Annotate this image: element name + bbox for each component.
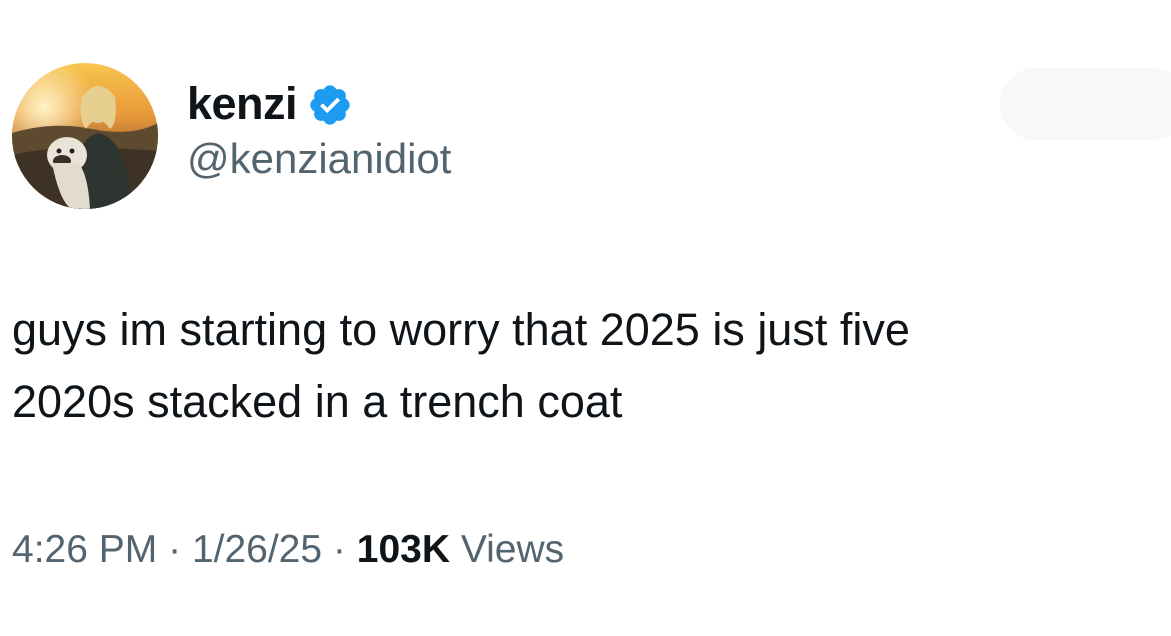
author-info: kenzi @kenzianidiot [187,76,451,184]
views-label: Views [460,528,565,571]
meta-separator: · [168,528,182,571]
timestamp-date[interactable]: 1/26/25 [192,528,322,571]
verified-badge-icon [307,82,353,128]
tweet-text: guys im starting to worry that 2025 is j… [12,294,1162,438]
avatar-photo [12,63,158,209]
tweet-text-line: 2020s stacked in a trench coat [12,376,623,427]
follow-button[interactable] [1000,68,1171,140]
timestamp-time[interactable]: 4:26 PM [12,528,157,571]
avatar[interactable] [12,63,158,209]
views-count[interactable]: 103K [357,528,450,571]
handle[interactable]: @kenzianidiot [187,134,451,184]
tweet-card: kenzi @kenzianidiot guys im starting to … [0,0,1171,636]
meta-separator: · [332,528,346,571]
name-row: kenzi [187,76,451,132]
display-name[interactable]: kenzi [187,76,298,132]
tweet-text-line: guys im starting to worry that 2025 is j… [12,304,910,355]
tweet-meta: 4:26 PM · 1/26/25 · 103K Views [12,522,564,578]
